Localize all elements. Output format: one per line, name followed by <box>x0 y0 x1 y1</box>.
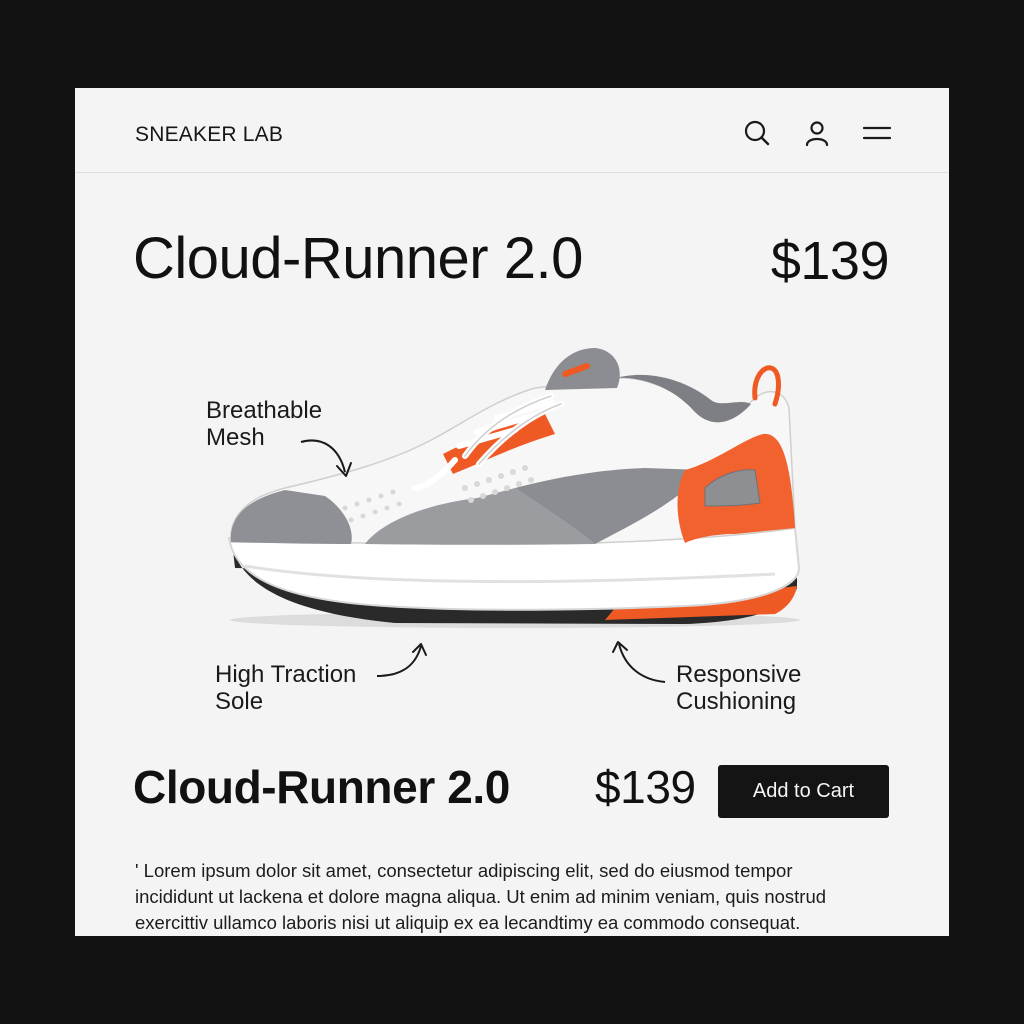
annotation-high-traction-sole-line2: Sole <box>215 688 264 715</box>
purchase-product-price: $139 <box>595 761 696 813</box>
add-to-cart-button[interactable]: Add to Cart <box>718 765 889 818</box>
annotation-high-traction-sole-line1: High Traction <box>215 661 357 688</box>
annotation-responsive-cushioning-line2: Cushioning <box>676 688 797 715</box>
annotation-responsive-cushioning: Responsive Cushioning <box>676 661 801 715</box>
menu-icon[interactable] <box>863 119 891 147</box>
mesh-arrow-icon <box>300 439 352 477</box>
sneaker-image <box>227 348 801 628</box>
annotation-high-traction-sole: High Traction Sole <box>215 661 356 715</box>
sole-arrow-icon <box>376 643 427 677</box>
annotation-breathable-mesh-line1: Breathable <box>206 397 323 424</box>
product-description: ' Lorem ipsum dolor sit amet, consectetu… <box>135 860 827 933</box>
cushion-arrow-icon <box>612 641 666 683</box>
product-card: SNEAKER LAB Cloud-Runner 2.0 $139 Breath… <box>75 88 949 936</box>
annotation-responsive-cushioning-line1: Responsive <box>676 661 802 688</box>
purchase-product-title: Cloud-Runner 2.0 <box>133 761 510 813</box>
search-icon[interactable] <box>743 119 771 147</box>
brand-logo-text[interactable]: SNEAKER LAB <box>135 123 283 147</box>
user-icon[interactable] <box>803 119 831 147</box>
product-price: $139 <box>770 231 890 291</box>
product-title: Cloud-Runner 2.0 <box>133 226 583 291</box>
top-navigation-bar: SNEAKER LAB <box>75 88 949 173</box>
